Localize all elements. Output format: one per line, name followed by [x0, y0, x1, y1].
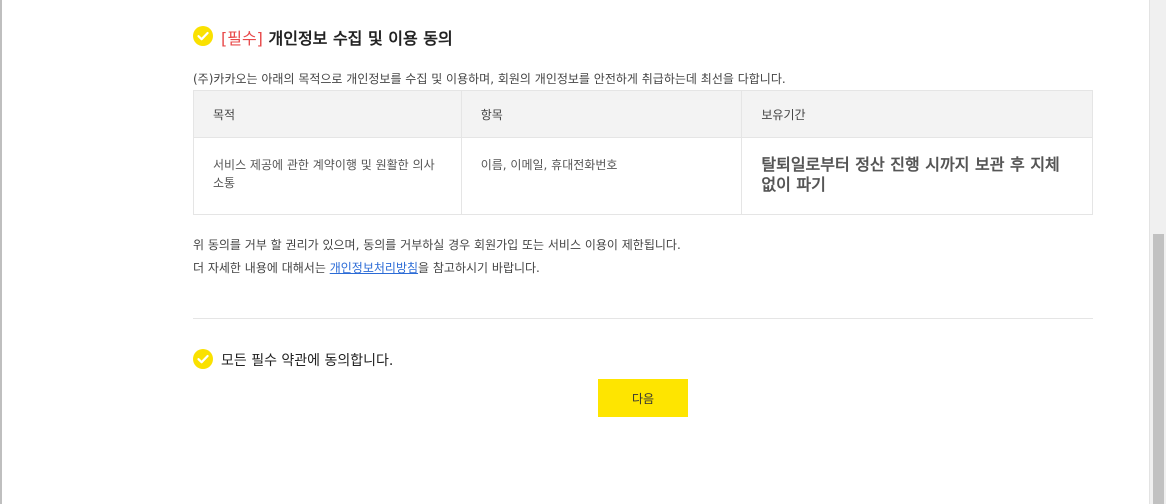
consent-check-icon[interactable] — [193, 26, 213, 46]
header-retention: 보유기간 — [741, 90, 1093, 138]
consent-intro: (주)카카오는 아래의 목적으로 개인정보를 수집 및 이용하며, 회원의 개인… — [193, 72, 786, 86]
refusal-notice: 위 동의를 거부 할 권리가 있으며, 동의를 거부하실 경우 회원가입 또는 … — [193, 238, 681, 252]
agree-all-label[interactable]: 모든 필수 약관에 동의합니다. — [221, 350, 393, 370]
table-row: 서비스 제공에 관한 계약이행 및 원활한 의사소통 이름, 이메일, 휴대전화… — [193, 137, 1093, 215]
vertical-scrollbar[interactable] — [1149, 0, 1166, 504]
next-button[interactable]: 다음 — [598, 379, 688, 417]
divider — [193, 318, 1093, 319]
cell-purpose: 서비스 제공에 관한 계약이행 및 원활한 의사소통 — [193, 137, 462, 215]
header-items: 항목 — [460, 90, 743, 138]
consent-table: 목적 항목 보유기간 서비스 제공에 관한 계약이행 및 원활한 의사소통 이름… — [193, 90, 1093, 215]
table-header-row: 목적 항목 보유기간 — [193, 90, 1093, 138]
scrollbar-thumb[interactable] — [1153, 234, 1164, 504]
policy-notice-prefix: 더 자세한 내용에 대해서는 — [193, 261, 330, 275]
cell-retention: 탈퇴일로부터 정산 진행 시까지 보관 후 지체없이 파기 — [741, 137, 1093, 215]
consent-title: [필수] 개인정보 수집 및 이용 동의 — [221, 25, 453, 49]
header-purpose: 목적 — [193, 90, 462, 138]
required-tag: [필수] — [221, 29, 263, 48]
window-left-border — [0, 0, 2, 504]
consent-title-text: 개인정보 수집 및 이용 동의 — [268, 29, 453, 48]
cell-items: 이름, 이메일, 휴대전화번호 — [460, 137, 743, 215]
privacy-policy-link[interactable]: 개인정보처리방침 — [330, 261, 418, 275]
policy-notice: 더 자세한 내용에 대해서는 개인정보처리방침을 참고하시기 바랍니다. — [193, 259, 540, 276]
policy-notice-suffix: 을 참고하시기 바랍니다. — [418, 261, 540, 275]
agree-all-check-icon[interactable] — [193, 349, 213, 369]
